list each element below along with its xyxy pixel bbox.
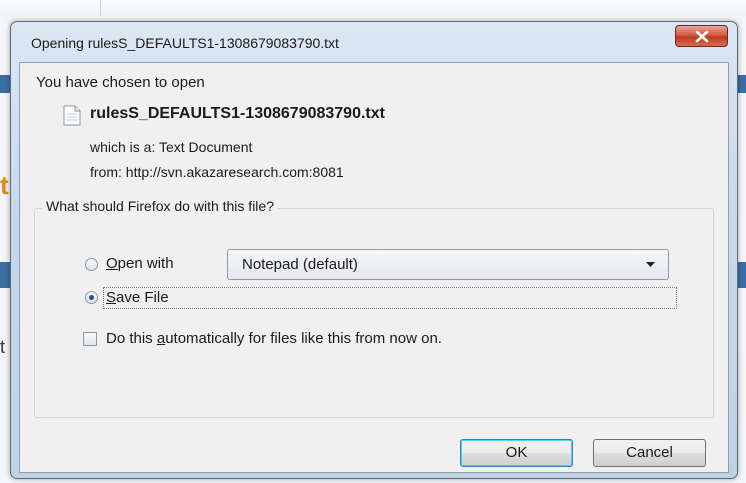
open-with-radio[interactable] xyxy=(85,258,98,271)
save-file-text: ave File xyxy=(116,289,169,306)
close-x-icon xyxy=(695,30,709,43)
background-toolbar xyxy=(0,0,746,16)
auto-text-pre: Do this xyxy=(106,330,157,347)
action-question: What should Firefox do with this file? xyxy=(42,198,278,214)
file-open-dialog: Opening rulesS_DEFAULTS1-1308679083790.t… xyxy=(10,21,738,479)
open-with-label[interactable]: Open with xyxy=(106,255,174,272)
filename: rulesS_DEFAULTS1-1308679083790.txt xyxy=(90,105,385,122)
file-source: from: http://svn.akazaresearch.com:8081 xyxy=(90,164,344,180)
save-file-label[interactable]: Save File xyxy=(106,289,169,306)
save-file-accesskey: S xyxy=(106,289,117,306)
open-with-app: Notepad (default) xyxy=(242,256,358,273)
chevron-down-icon xyxy=(646,262,655,267)
open-with-text: pen with xyxy=(117,255,174,272)
close-button[interactable] xyxy=(675,25,728,47)
save-file-focus-rect xyxy=(103,287,677,309)
save-file-radio[interactable] xyxy=(85,291,98,304)
dialog-body: You have chosen to open rulesS_DEFAULTS1… xyxy=(19,62,729,473)
background-divider xyxy=(100,0,101,16)
text-file-icon xyxy=(63,105,81,126)
ok-button[interactable]: OK xyxy=(460,439,573,467)
auto-text-post: utomatically for files like this from no… xyxy=(165,330,442,347)
background-text-fragment: t xyxy=(0,337,6,357)
auto-action-checkbox[interactable] xyxy=(83,332,97,346)
dialog-titlebar[interactable]: Opening rulesS_DEFAULTS1-1308679083790.t… xyxy=(11,22,737,62)
intro-text: You have chosen to open xyxy=(36,74,205,91)
cancel-button[interactable]: Cancel xyxy=(593,439,706,467)
action-groupbox xyxy=(34,208,714,418)
open-with-accesskey: O xyxy=(106,255,118,272)
background-text-fragment: t xyxy=(0,170,9,200)
dialog-title: Opening rulesS_DEFAULTS1-1308679083790.t… xyxy=(31,35,339,51)
file-type: which is a: Text Document xyxy=(90,139,253,155)
auto-action-label[interactable]: Do this automatically for files like thi… xyxy=(106,330,442,347)
open-with-select[interactable]: Notepad (default) xyxy=(227,249,669,280)
auto-accesskey: a xyxy=(156,330,166,347)
